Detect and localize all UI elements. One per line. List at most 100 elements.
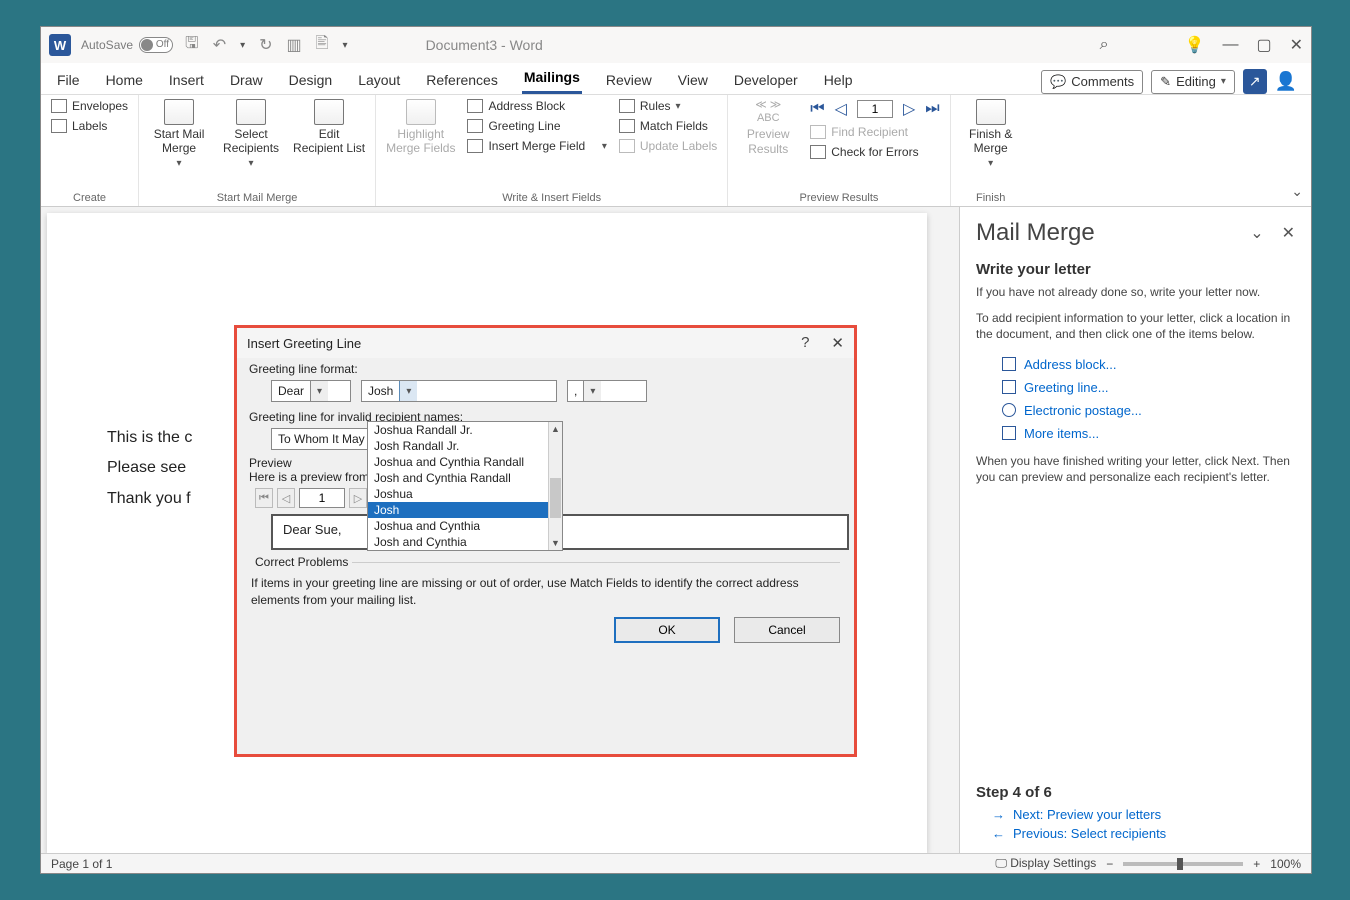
- rules-button[interactable]: Rules ▾: [619, 99, 717, 113]
- ribbon: Envelopes Labels Create Start Mail Merge…: [41, 95, 1311, 207]
- autosave-toggle[interactable]: AutoSave Off: [81, 37, 173, 53]
- chevron-down-icon[interactable]: ▾: [583, 381, 601, 401]
- dialog-titlebar[interactable]: Insert Greeting Line ? ✕: [237, 328, 854, 358]
- tab-view[interactable]: View: [676, 66, 710, 94]
- scroll-down-icon[interactable]: ▼: [549, 536, 562, 550]
- dropdown-option[interactable]: Josh and Cynthia Randall: [368, 470, 562, 486]
- labels-button[interactable]: Labels: [51, 119, 128, 133]
- chevron-down-icon[interactable]: ▾: [343, 40, 348, 51]
- account-icon[interactable]: 👤: [1275, 71, 1297, 92]
- help-icon[interactable]: ?: [801, 334, 809, 352]
- next-record-button[interactable]: ▷: [349, 488, 367, 508]
- last-record-icon[interactable]: ⏭: [925, 100, 939, 118]
- scroll-thumb[interactable]: [550, 478, 561, 518]
- tab-review[interactable]: Review: [604, 66, 654, 94]
- dropdown-option-selected[interactable]: Josh: [368, 502, 562, 518]
- dropdown-option[interactable]: Josh Randall Jr.: [368, 438, 562, 454]
- zoom-out-button[interactable]: −: [1106, 857, 1113, 871]
- comments-button[interactable]: 💬 Comments: [1041, 70, 1143, 94]
- recipients-icon: [236, 99, 266, 125]
- prev-step-link[interactable]: ←Previous: Select recipients: [992, 826, 1295, 841]
- close-button[interactable]: ✕: [1290, 35, 1303, 55]
- minimize-button[interactable]: —: [1222, 36, 1238, 54]
- edit-recipient-list-button[interactable]: Edit Recipient List: [293, 99, 365, 156]
- dropdown-option[interactable]: Joshua Randall Jr.: [368, 422, 562, 438]
- display-settings-button[interactable]: 🖵 Display Settings: [995, 856, 1096, 871]
- dropdown-option[interactable]: Josh and Cynthia: [368, 534, 562, 550]
- start-mail-merge-button[interactable]: Start Mail Merge▾: [149, 99, 209, 170]
- qat-icon[interactable]: ▥: [287, 35, 302, 55]
- tab-insert[interactable]: Insert: [167, 66, 206, 94]
- preview-record-input[interactable]: [299, 488, 345, 508]
- tab-mailings[interactable]: Mailings: [522, 63, 582, 94]
- check-icon: [810, 145, 826, 159]
- ok-button[interactable]: OK: [614, 617, 720, 643]
- dropdown-option[interactable]: Joshua and Cynthia: [368, 518, 562, 534]
- check-errors-button[interactable]: Check for Errors: [810, 145, 939, 159]
- greeting-line-button[interactable]: Greeting Line: [467, 119, 606, 133]
- edit-list-icon: [314, 99, 344, 125]
- tab-help[interactable]: Help: [822, 66, 855, 94]
- tab-draw[interactable]: Draw: [228, 66, 265, 94]
- undo-icon[interactable]: ↶: [213, 35, 226, 55]
- envelopes-button[interactable]: Envelopes: [51, 99, 128, 113]
- record-navigator[interactable]: ⏮ ◁ ▷ ⏭: [810, 99, 939, 119]
- name-format-combo[interactable]: Josh▾: [361, 380, 557, 402]
- record-number-input[interactable]: [857, 100, 893, 118]
- address-block-button[interactable]: Address Block: [467, 99, 606, 113]
- preview-results-button: ≪ ≫ABCPreview Results: [738, 99, 798, 156]
- next-step-link[interactable]: →Next: Preview your letters: [992, 807, 1295, 822]
- more-items-link[interactable]: More items...: [1002, 426, 1295, 441]
- tab-layout[interactable]: Layout: [356, 66, 402, 94]
- chevron-down-icon[interactable]: ▾: [399, 381, 417, 401]
- chevron-down-icon[interactable]: ▾: [240, 40, 245, 51]
- collapse-ribbon-icon[interactable]: ⌄: [1291, 183, 1303, 200]
- punctuation-combo[interactable]: ,▾: [567, 380, 647, 402]
- find-icon: [810, 125, 826, 139]
- search-icon[interactable]: ⌕: [1100, 36, 1109, 54]
- zoom-level[interactable]: 100%: [1270, 857, 1301, 871]
- first-record-icon[interactable]: ⏮: [810, 100, 824, 118]
- scroll-up-icon[interactable]: ▲: [549, 422, 562, 436]
- maximize-button[interactable]: ▢: [1256, 35, 1271, 55]
- tab-developer[interactable]: Developer: [732, 66, 800, 94]
- prev-record-icon[interactable]: ◁: [835, 99, 847, 119]
- correct-heading: Correct Problems: [251, 555, 352, 569]
- select-recipients-button[interactable]: Select Recipients▾: [221, 99, 281, 170]
- save-icon[interactable]: 🖫: [185, 32, 199, 59]
- redo-icon[interactable]: ↻: [259, 35, 272, 55]
- document-title: Document3 - Word: [366, 37, 1100, 53]
- electronic-postage-link[interactable]: Electronic postage...: [1002, 403, 1295, 418]
- finish-merge-button[interactable]: Finish & Merge▾: [961, 99, 1021, 170]
- address-block-link[interactable]: Address block...: [1002, 357, 1295, 372]
- postage-icon: [1002, 403, 1016, 417]
- chevron-down-icon[interactable]: ▾: [310, 381, 328, 401]
- tab-design[interactable]: Design: [287, 66, 335, 94]
- toggle-switch[interactable]: Off: [139, 37, 173, 53]
- match-fields-button[interactable]: Match Fields: [619, 119, 717, 133]
- cancel-button[interactable]: Cancel: [734, 617, 840, 643]
- dropdown-scrollbar[interactable]: ▲ ▼: [548, 422, 562, 550]
- tab-home[interactable]: Home: [104, 66, 145, 94]
- help-icon[interactable]: 💡: [1185, 35, 1205, 55]
- qat-icon[interactable]: 🖹: [316, 32, 329, 59]
- tab-file[interactable]: File: [55, 66, 82, 94]
- editing-mode-button[interactable]: ✎ Editing ▾: [1151, 70, 1235, 94]
- tab-references[interactable]: References: [424, 66, 500, 94]
- dropdown-option[interactable]: Joshua and Cynthia Randall: [368, 454, 562, 470]
- zoom-in-button[interactable]: +: [1253, 857, 1260, 871]
- dropdown-option[interactable]: Joshua: [368, 486, 562, 502]
- close-icon[interactable]: ✕: [831, 334, 844, 352]
- close-icon[interactable]: ✕: [1282, 223, 1295, 243]
- chevron-down-icon[interactable]: ⌄: [1250, 223, 1263, 243]
- next-record-icon[interactable]: ▷: [903, 99, 915, 119]
- pane-text: To add recipient information to your let…: [976, 310, 1295, 342]
- insert-merge-field-button[interactable]: Insert Merge Field ▾: [467, 139, 606, 153]
- page-indicator[interactable]: Page 1 of 1: [51, 857, 112, 871]
- greeting-line-link[interactable]: Greeting line...: [1002, 380, 1295, 395]
- share-button[interactable]: ↗: [1243, 69, 1267, 94]
- zoom-slider[interactable]: [1123, 862, 1243, 866]
- salutation-combo[interactable]: Dear▾: [271, 380, 351, 402]
- step-label: Step 4 of 6: [976, 784, 1295, 801]
- name-format-dropdown[interactable]: Joshua Randall Jr. Josh Randall Jr. Josh…: [367, 421, 563, 551]
